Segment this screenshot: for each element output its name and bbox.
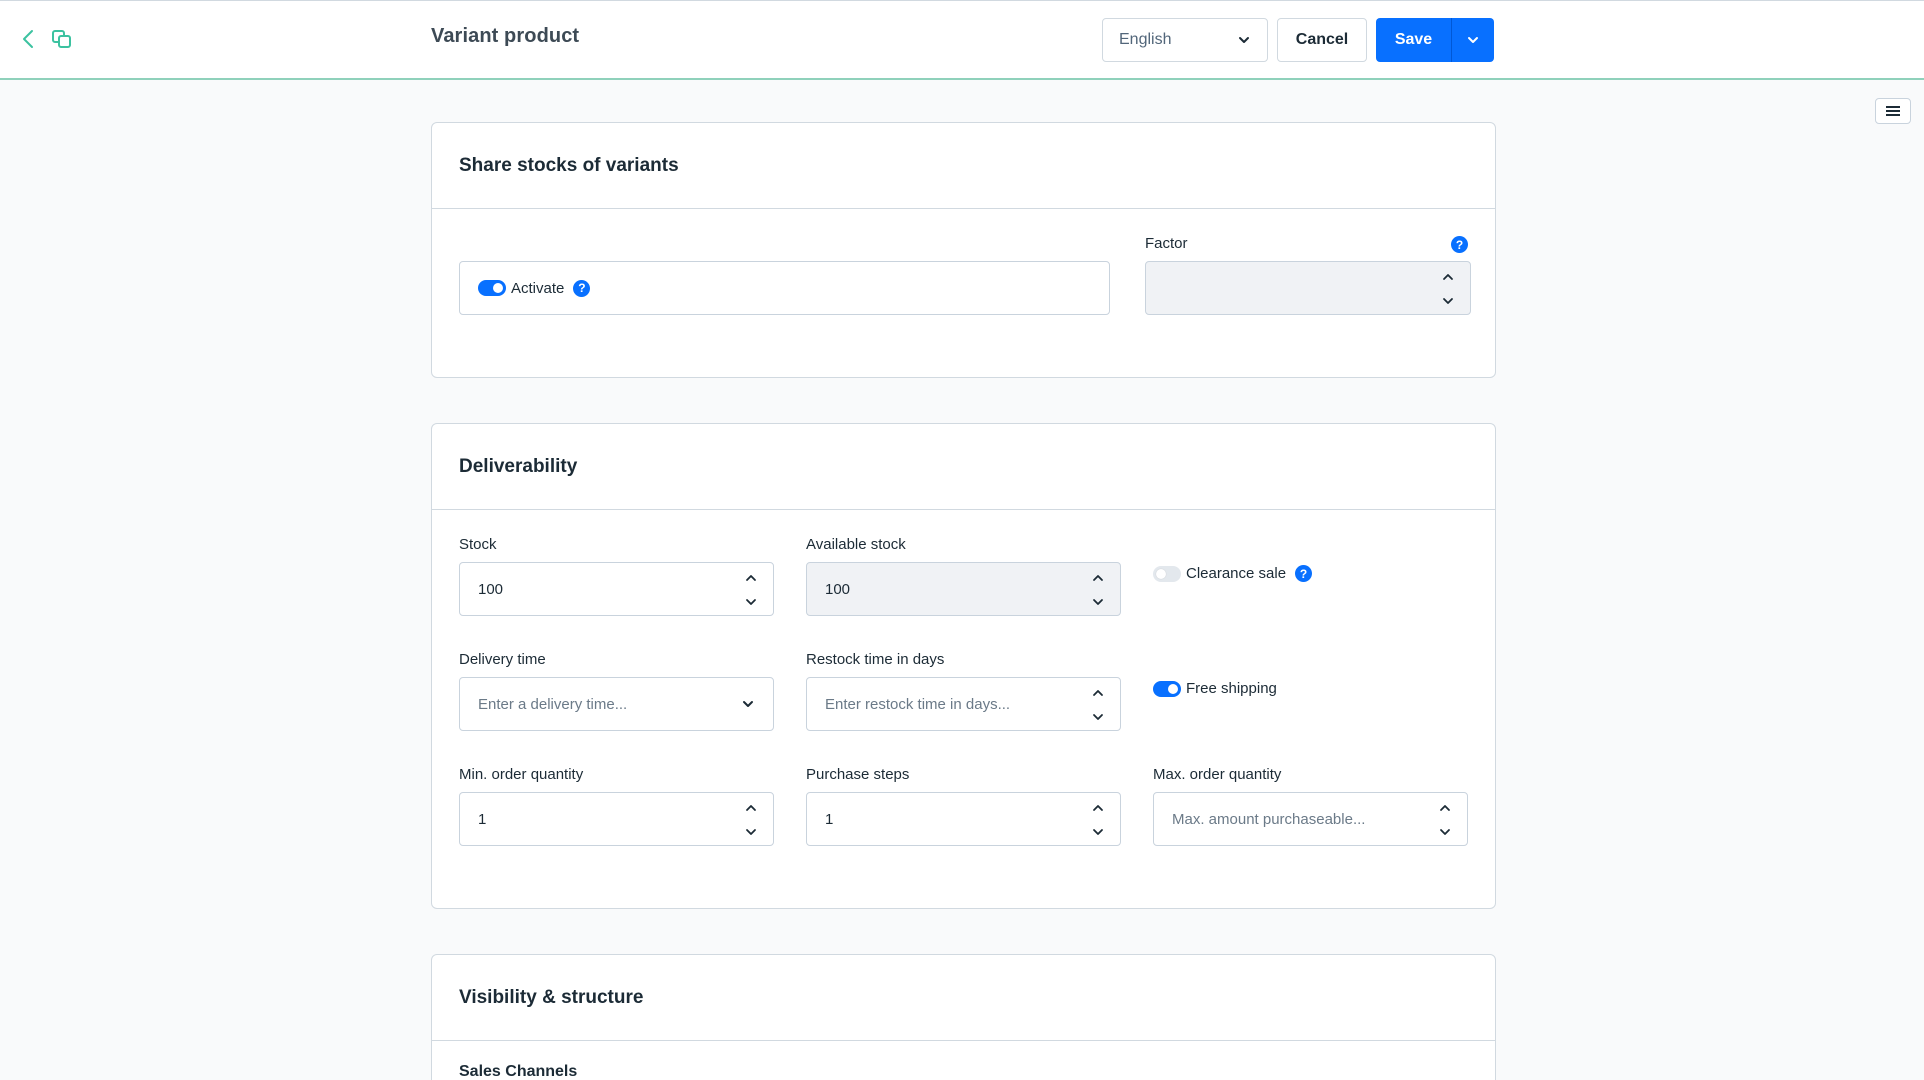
save-options-button[interactable] [1451, 18, 1494, 62]
back-icon[interactable] [18, 27, 40, 51]
card-title: Deliverability [459, 455, 578, 477]
chevron-down-icon [1468, 37, 1478, 43]
purchase-steps-stepper [1090, 800, 1106, 840]
activate-field: Activate ? [459, 261, 1110, 315]
chevron-up-icon[interactable] [1437, 800, 1453, 816]
restock-input[interactable]: Enter restock time in days... [806, 677, 1121, 731]
restock-placeholder: Enter restock time in days... [825, 695, 1011, 713]
max-order-placeholder: Max. amount purchaseable... [1172, 810, 1366, 828]
purchase-steps-label: Purchase steps [806, 766, 910, 783]
help-icon[interactable]: ? [573, 279, 591, 297]
chevron-down-icon[interactable] [1090, 594, 1106, 610]
min-order-stepper [743, 800, 759, 840]
stock-label: Stock [459, 536, 497, 553]
max-order-label: Max. order quantity [1153, 766, 1282, 783]
delivery-time-placeholder: Enter a delivery time... [478, 695, 628, 713]
free-shipping-toggle[interactable] [1153, 680, 1181, 697]
purchase-steps-value: 1 [825, 810, 834, 828]
chevron-down-icon[interactable] [1090, 709, 1106, 725]
card-title: Visibility & structure [459, 986, 644, 1008]
chevron-up-icon[interactable] [1090, 570, 1106, 586]
stock-input[interactable]: 100 [459, 562, 774, 616]
clearance-sale-label: Clearance sale [1186, 565, 1287, 582]
available-stock-stepper [1090, 570, 1106, 610]
restock-label: Restock time in days [806, 651, 945, 668]
chevron-up-icon[interactable] [743, 570, 759, 586]
factor-label: Factor [1145, 235, 1188, 252]
delivery-time-select[interactable]: Enter a delivery time... [459, 677, 774, 731]
purchase-steps-input[interactable]: 1 [806, 792, 1121, 846]
help-icon[interactable]: ? [1451, 236, 1468, 253]
save-button[interactable]: Save [1376, 18, 1451, 62]
chevron-down-icon[interactable] [1440, 293, 1456, 309]
sales-channels-label: Sales Channels [459, 1063, 578, 1080]
factor-input[interactable] [1145, 261, 1471, 315]
min-order-label: Min. order quantity [459, 766, 584, 783]
page-title: Variant product [431, 25, 580, 47]
activate-toggle[interactable] [478, 280, 506, 296]
chevron-up-icon[interactable] [743, 800, 759, 816]
card-header: Visibility & structure [432, 955, 1495, 1041]
chevron-down-icon [1239, 37, 1249, 43]
stock-stepper [743, 570, 759, 610]
activate-label: Activate [511, 279, 565, 297]
factor-stepper [1440, 269, 1456, 309]
min-order-value: 1 [478, 810, 487, 828]
restock-stepper [1090, 685, 1106, 725]
language-select[interactable]: English [1102, 18, 1268, 62]
max-order-stepper [1437, 800, 1453, 840]
help-icon[interactable]: ? [1295, 565, 1313, 582]
chevron-down-icon[interactable] [743, 594, 759, 610]
card-header: Deliverability [432, 424, 1495, 510]
chevron-down-icon [743, 701, 753, 707]
available-stock-input[interactable]: 100 [806, 562, 1121, 616]
chevron-down-icon[interactable] [1090, 824, 1106, 840]
clearance-sale-toggle[interactable] [1153, 565, 1181, 582]
stock-value: 100 [478, 580, 504, 598]
available-stock-value: 100 [825, 580, 851, 598]
visibility-card: Visibility & structure Sales Channels [431, 954, 1496, 1080]
sidebar-toggle-button[interactable] [1875, 98, 1911, 124]
min-order-input[interactable]: 1 [459, 792, 774, 846]
card-title: Share stocks of variants [459, 154, 679, 176]
chevron-down-icon[interactable] [743, 824, 759, 840]
menu-icon [1886, 106, 1900, 116]
card-header: Share stocks of variants [432, 123, 1495, 209]
chevron-up-icon[interactable] [1090, 800, 1106, 816]
top-bar: Variant product English Cancel Save [0, 0, 1924, 80]
chevron-up-icon[interactable] [1440, 269, 1456, 285]
delivery-time-label: Delivery time [459, 651, 546, 668]
deliverability-card: Deliverability Stock 100 Available stock… [431, 423, 1496, 909]
available-stock-label: Available stock [806, 536, 906, 553]
variants-icon[interactable] [50, 28, 74, 50]
free-shipping-label: Free shipping [1186, 680, 1277, 697]
clearance-sale-switch: Clearance sale ? [1153, 565, 1313, 582]
share-stocks-card: Share stocks of variants Activate ? Fact… [431, 122, 1496, 378]
chevron-down-icon[interactable] [1437, 824, 1453, 840]
free-shipping-switch: Free shipping [1153, 680, 1277, 697]
language-value: English [1119, 31, 1172, 48]
chevron-up-icon[interactable] [1090, 685, 1106, 701]
cancel-button[interactable]: Cancel [1277, 18, 1367, 62]
max-order-input[interactable]: Max. amount purchaseable... [1153, 792, 1468, 846]
